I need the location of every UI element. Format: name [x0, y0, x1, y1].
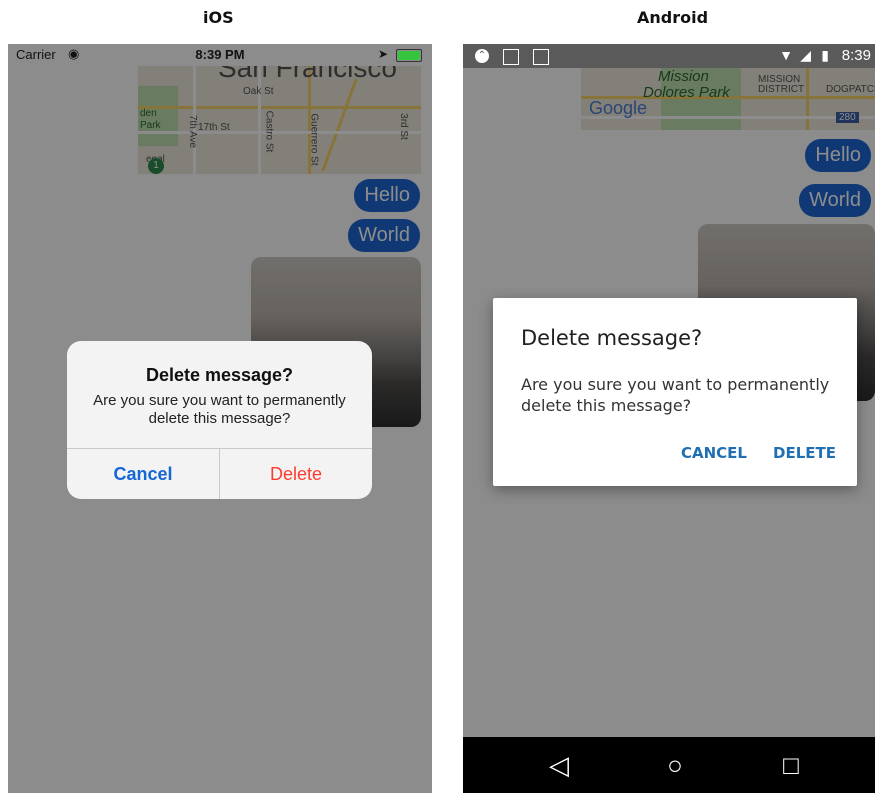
location-arrow-icon: ➤: [377, 47, 388, 61]
delete-button[interactable]: DELETE: [773, 444, 836, 462]
android-delete-dialog: Delete message? Are you sure you want to…: [493, 298, 857, 486]
ios-header: iOS: [203, 8, 234, 27]
recents-icon[interactable]: □: [777, 751, 805, 779]
android-header: Android: [637, 8, 709, 27]
cancel-button[interactable]: CANCEL: [681, 444, 747, 462]
delete-button[interactable]: Delete: [220, 449, 372, 499]
status-time: 8:39 PM: [195, 47, 245, 62]
back-icon[interactable]: ◁: [545, 751, 573, 779]
ios-status-bar: Carrier ◉ 8:39 PM ➤: [8, 44, 432, 66]
ios-delete-alert: Delete message? Are you sure you want to…: [67, 341, 372, 499]
status-time: 8:39: [841, 47, 871, 64]
android-screen: Mission Dolores Park MISSION DISTRICT DO…: [463, 44, 875, 793]
alert-actions: Cancel Delete: [67, 448, 372, 499]
no-signal-icon: ◢: [800, 47, 811, 63]
android-nav-bar: ◁ ○ □: [463, 737, 875, 793]
cancel-button[interactable]: Cancel: [67, 449, 220, 499]
wifi-icon: ▼: [779, 47, 793, 63]
alert-title: Delete message?: [145, 365, 294, 385]
ios-screen: San Francisco Oak St 17th St 7th Ave Cas…: [8, 44, 432, 793]
dialog-message: Are you sure you want to permanently del…: [521, 375, 830, 415]
react-icon: ⌃: [475, 49, 489, 63]
image-icon: [503, 49, 519, 65]
battery-icon: ▮: [821, 47, 829, 63]
dialog-title: Delete message?: [521, 326, 703, 350]
home-icon[interactable]: ○: [661, 751, 689, 779]
android-status-bar: ⌃ ▼ ◢ ▮ 8:39: [463, 44, 875, 68]
battery-icon: [396, 49, 422, 62]
alert-message: Are you sure you want to permanently del…: [93, 392, 346, 427]
mail-icon: [533, 49, 549, 65]
